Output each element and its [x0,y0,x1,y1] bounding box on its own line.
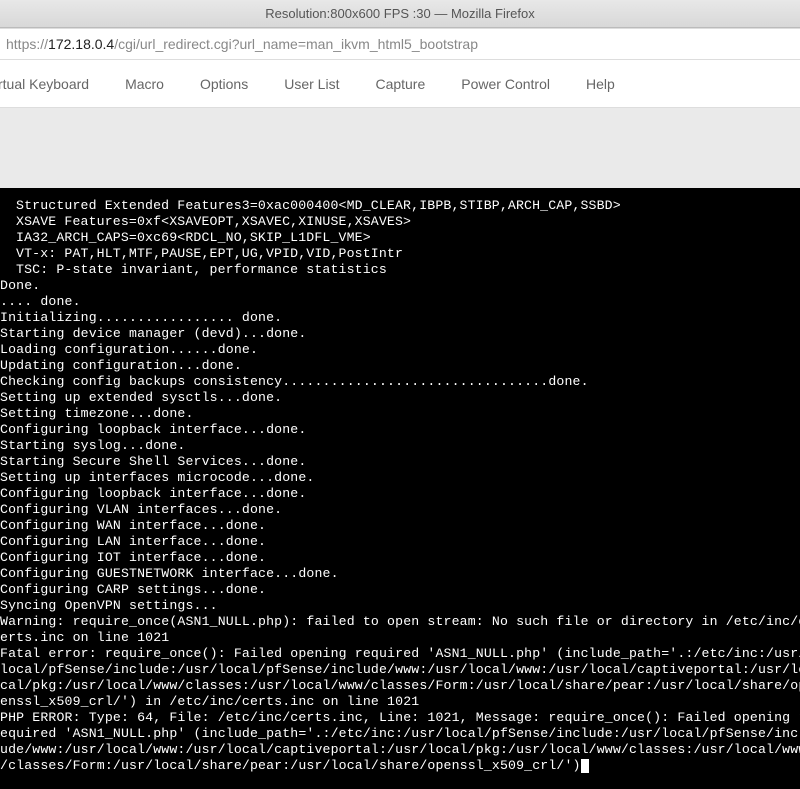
console-line: XSAVE Features=0xf<XSAVEOPT,XSAVEC,XINUS… [0,214,800,230]
console-line: enssl_x509_crl/') in /etc/inc/certs.inc … [0,694,800,710]
console-line: Configuring IOT interface...done. [0,550,800,566]
console-line: ude/www:/usr/local/www:/usr/local/captiv… [0,742,800,758]
console-line: TSC: P-state invariant, performance stat… [0,262,800,278]
menu-capture[interactable]: Capture [357,60,443,107]
console-line: Configuring LAN interface...done. [0,534,800,550]
window-title-bar: Resolution:800x600 FPS :30 — Mozilla Fir… [0,0,800,28]
address-bar[interactable]: https://172.18.0.4/cgi/url_redirect.cgi?… [0,28,800,60]
content-spacer [0,108,800,188]
console-line: equired 'ASN1_NULL.php' (include_path='.… [0,726,800,742]
console-line: Updating configuration...done. [0,358,800,374]
console-line: cal/pkg:/usr/local/www/classes:/usr/loca… [0,678,800,694]
console-line: Fatal error: require_once(): Failed open… [0,646,800,662]
console-output: Structured Extended Features3=0xac000400… [0,188,800,789]
console-line: Checking config backups consistency.....… [0,374,800,390]
console-line: Starting syslog...done. [0,438,800,454]
console-line: PHP ERROR: Type: 64, File: /etc/inc/cert… [0,710,800,726]
url-scheme: https:// [6,36,48,52]
console-line: .... done. [0,294,800,310]
app-menu-bar: rtual Keyboard Macro Options User List C… [0,60,800,108]
console-line: Syncing OpenVPN settings... [0,598,800,614]
menu-help[interactable]: Help [568,60,633,107]
window-title: Resolution:800x600 FPS :30 — Mozilla Fir… [265,6,535,21]
console-line: Done. [0,278,800,294]
console-line: Loading configuration......done. [0,342,800,358]
menu-macro[interactable]: Macro [107,60,182,107]
console-line: Setting up interfaces microcode...done. [0,470,800,486]
console-line: VT-x: PAT,HLT,MTF,PAUSE,EPT,UG,VPID,VID,… [0,246,800,262]
menu-user-list[interactable]: User List [266,60,357,107]
console-line: Configuring loopback interface...done. [0,486,800,502]
console-line: Setting timezone...done. [0,406,800,422]
menu-options[interactable]: Options [182,60,266,107]
console-line: local/pfSense/include:/usr/local/pfSense… [0,662,800,678]
console-line: Structured Extended Features3=0xac000400… [0,198,800,214]
console-line: Configuring WAN interface...done. [0,518,800,534]
console-line: erts.inc on line 1021 [0,630,800,646]
console-line: Starting device manager (devd)...done. [0,326,800,342]
console-line: Setting up extended sysctls...done. [0,390,800,406]
cursor-icon [581,759,589,773]
url-host: 172.18.0.4 [48,36,114,52]
console-line: Configuring CARP settings...done. [0,582,800,598]
console-line: Configuring GUESTNETWORK interface...don… [0,566,800,582]
console-line: Configuring VLAN interfaces...done. [0,502,800,518]
menu-power-control[interactable]: Power Control [443,60,568,107]
menu-virtual-keyboard[interactable]: rtual Keyboard [0,60,107,107]
console-line: Starting Secure Shell Services...done. [0,454,800,470]
url-input[interactable]: https://172.18.0.4/cgi/url_redirect.cgi?… [6,36,794,52]
console-line: Warning: require_once(ASN1_NULL.php): fa… [0,614,800,630]
console-line: /classes/Form:/usr/local/share/pear:/usr… [0,758,800,774]
url-path: /cgi/url_redirect.cgi?url_name=man_ikvm_… [114,36,478,52]
console-line: Initializing................. done. [0,310,800,326]
console-line: Configuring loopback interface...done. [0,422,800,438]
console-line: IA32_ARCH_CAPS=0xc69<RDCL_NO,SKIP_L1DFL_… [0,230,800,246]
